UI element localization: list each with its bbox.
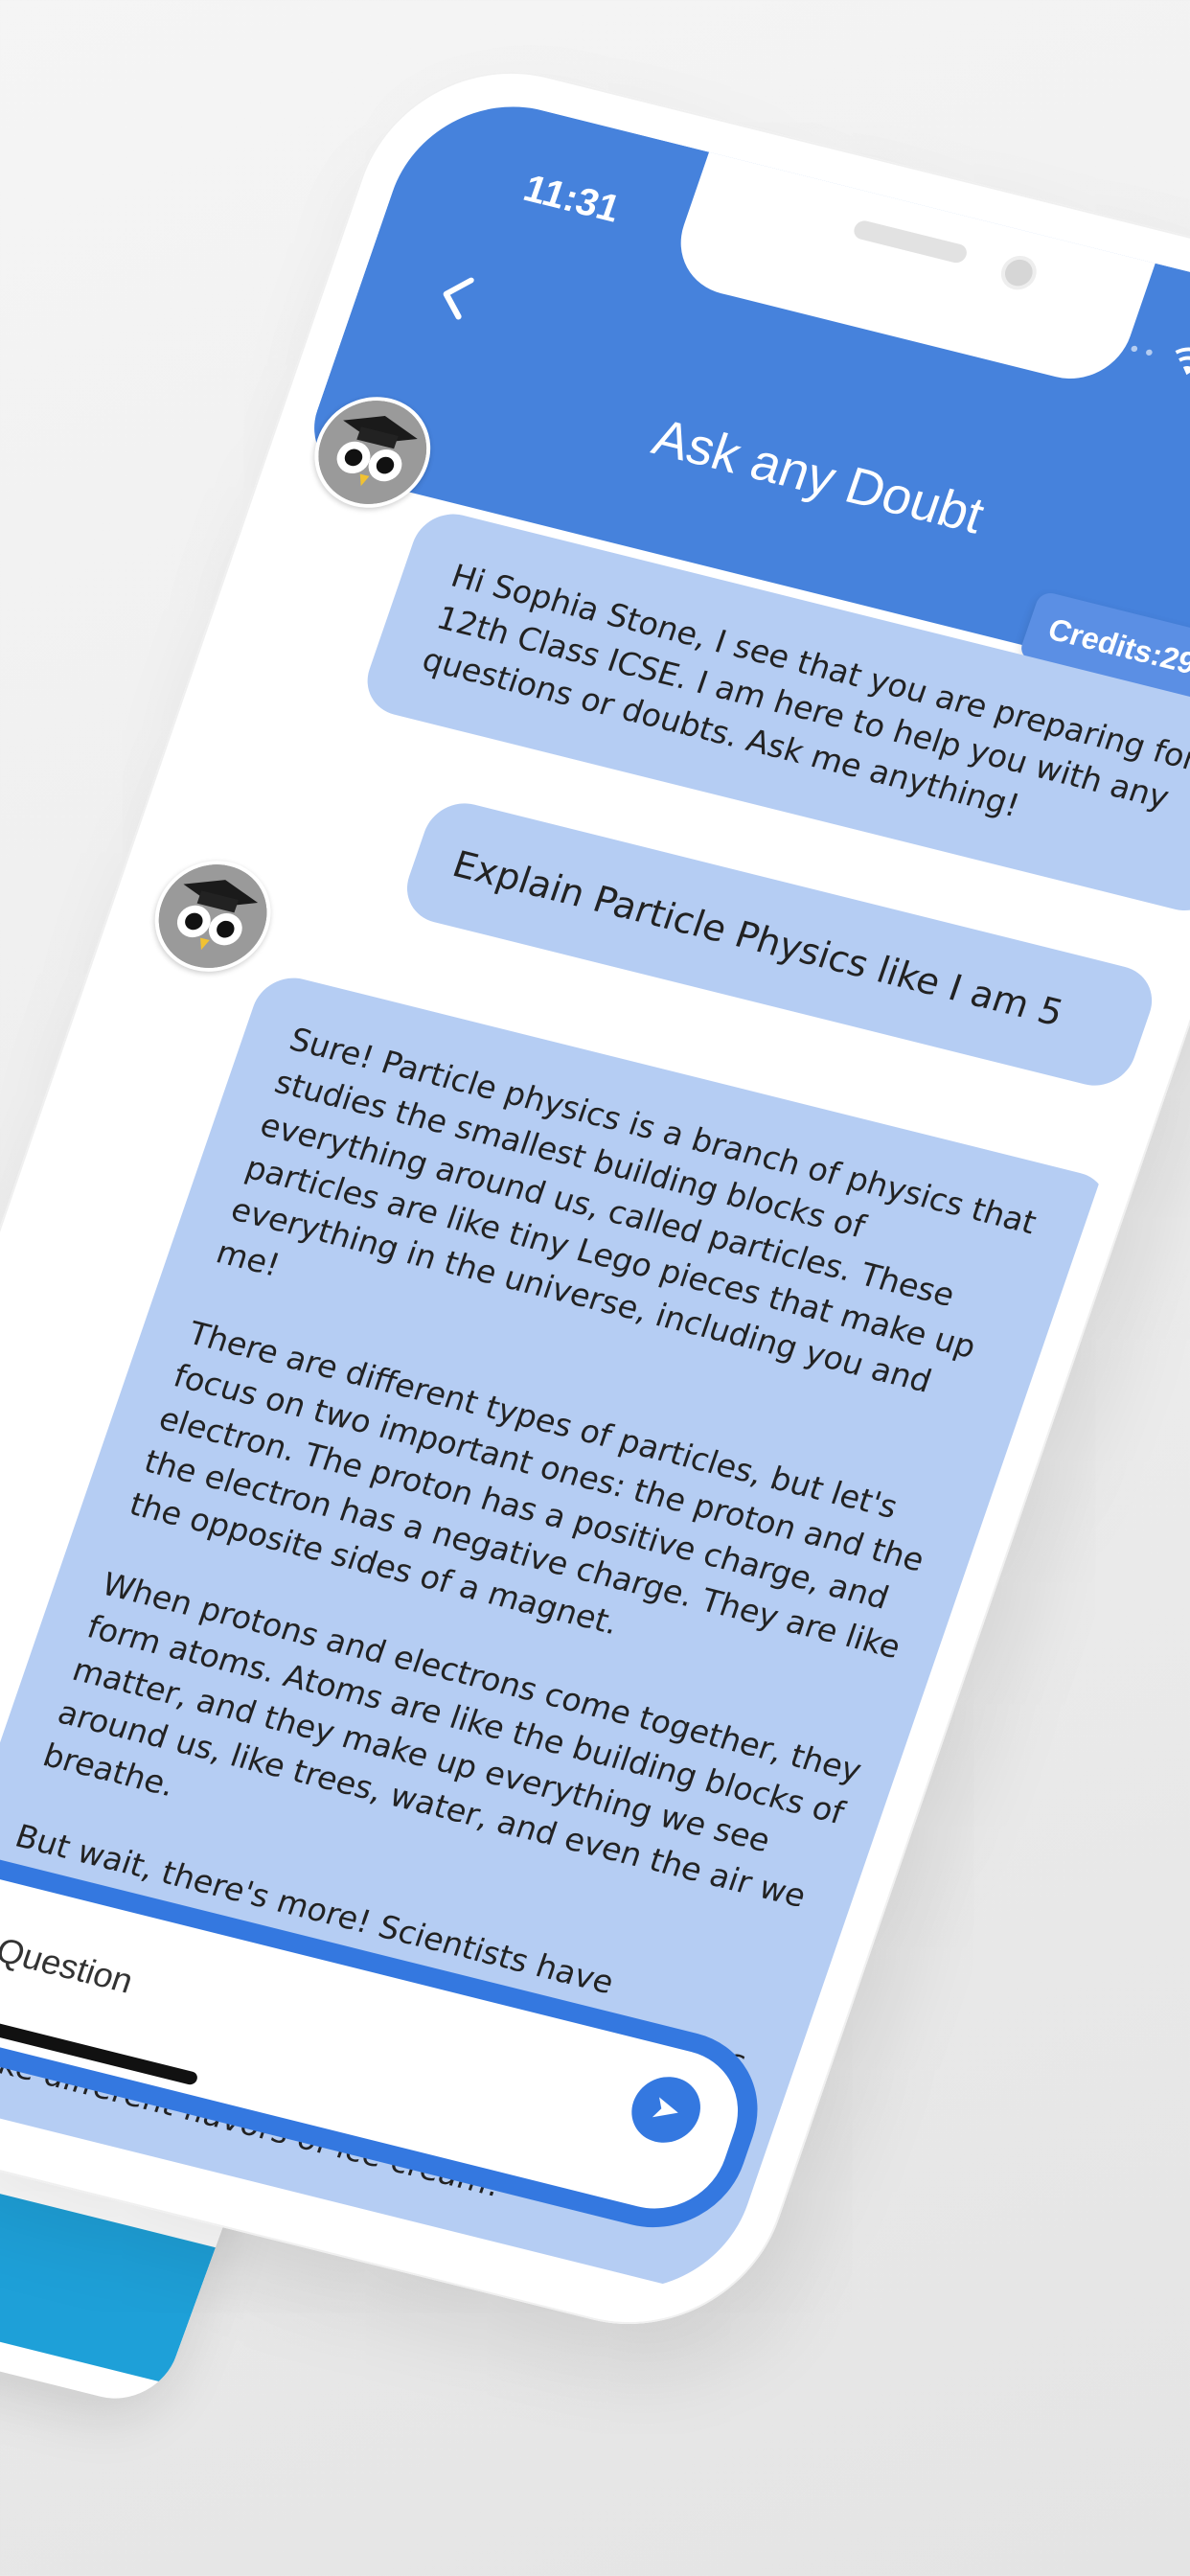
send-button[interactable] <box>622 2069 710 2150</box>
wifi-icon <box>1166 343 1190 385</box>
send-icon <box>652 2097 678 2118</box>
back-button[interactable] <box>420 263 494 331</box>
camera <box>995 252 1041 294</box>
input-placeholder: Type your Question <box>0 1891 139 2001</box>
phone-mockup: 11:31 •••• Ask any Doubt Credits:29 Hi S… <box>0 0 1190 2576</box>
phone-frame: 11:31 •••• Ask any Doubt Credits:29 Hi S… <box>0 41 1190 2355</box>
status-time: 11:31 <box>518 167 626 231</box>
phone-screen: 11:31 •••• Ask any Doubt Credits:29 Hi S… <box>0 82 1190 2313</box>
chat-area: Hi Sophia Stone, I see that you are prep… <box>0 374 1190 2302</box>
notch <box>665 143 1159 391</box>
chevron-left-icon <box>443 277 474 320</box>
owl-avatar-icon <box>299 384 446 520</box>
speaker <box>851 218 970 265</box>
owl-avatar-icon <box>139 848 286 984</box>
